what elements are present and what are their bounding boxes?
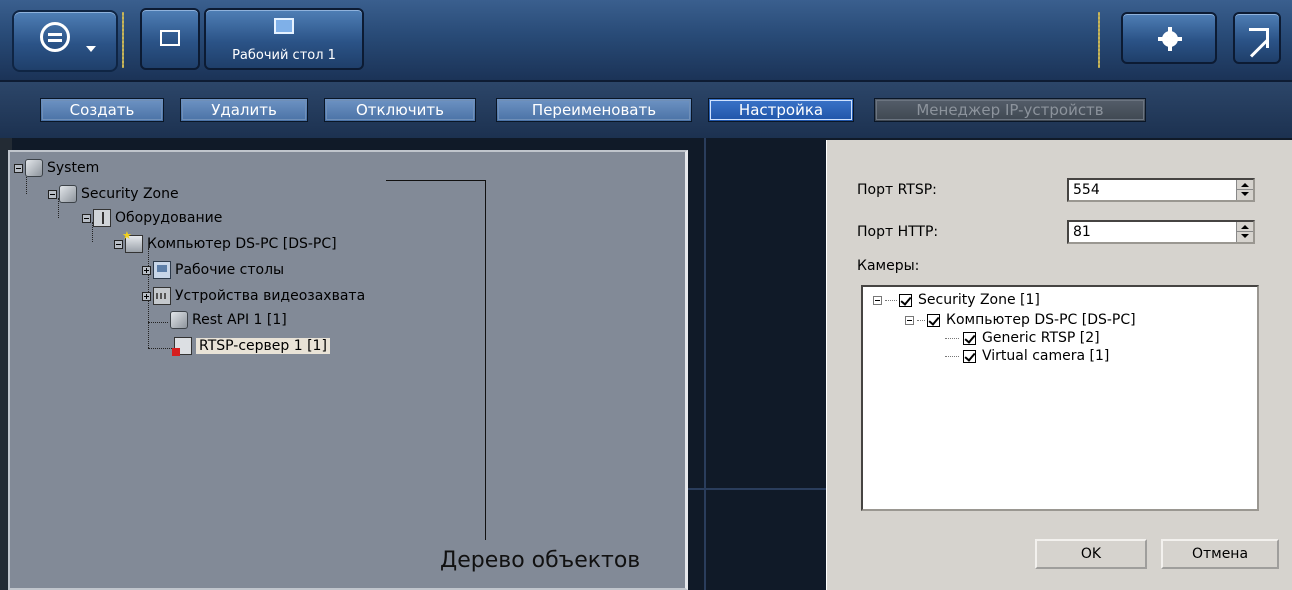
action-bar: Создать Удалить Отключить Переименовать … bbox=[0, 82, 1292, 138]
http-port-stepper[interactable]: 81 bbox=[1067, 220, 1255, 244]
cameras-tree: Security Zone [1] Компьютер DS-PC [DS-PC… bbox=[861, 285, 1259, 511]
collapse-icon[interactable] bbox=[14, 163, 23, 173]
callout-label: Дерево объектов bbox=[440, 548, 641, 573]
callout-line bbox=[485, 180, 486, 540]
main-menu-button[interactable] bbox=[12, 10, 118, 72]
tab-desktop-1[interactable]: Рабочий стол 1 bbox=[204, 8, 364, 70]
cube-icon bbox=[170, 311, 188, 329]
camera-node-virtual[interactable]: Virtual camera [1] bbox=[945, 347, 1109, 365]
tree-node-label: Устройства видеозахвата bbox=[175, 288, 366, 304]
disable-button[interactable]: Отключить bbox=[324, 98, 476, 122]
tree-node-label: Rest API 1 [1] bbox=[192, 312, 287, 328]
desktop-icon bbox=[274, 18, 294, 34]
tree-node-capture-devices[interactable]: Устройства видеозахвата bbox=[142, 286, 365, 306]
cube-icon bbox=[25, 159, 43, 177]
monitor-icon bbox=[153, 261, 171, 279]
expand-icon[interactable] bbox=[142, 291, 151, 301]
gear-tooth bbox=[1158, 37, 1182, 41]
callout-line bbox=[386, 180, 486, 181]
tree-node-label: Оборудование bbox=[115, 210, 223, 226]
logo-icon bbox=[40, 22, 70, 52]
rtsp-port-stepper[interactable]: 554 bbox=[1067, 178, 1255, 202]
tree-node-computer[interactable]: Компьютер DS-PC [DS-PC] bbox=[114, 229, 337, 254]
checkbox-checked[interactable] bbox=[899, 293, 912, 307]
computer-icon bbox=[122, 229, 143, 253]
tree-node-label: Рабочие столы bbox=[175, 262, 285, 278]
rename-button[interactable]: Переименовать bbox=[496, 98, 692, 122]
capture-card-icon bbox=[153, 287, 171, 305]
collapse-icon[interactable] bbox=[48, 189, 57, 199]
desktop-tab-label: Рабочий стол 1 bbox=[232, 48, 336, 63]
rtsp-port-label: Порт RTSP: bbox=[857, 182, 937, 198]
top-toolbar: Рабочий стол 1 bbox=[0, 0, 1292, 82]
tree-line bbox=[148, 322, 168, 323]
rtsp-port-value: 554 bbox=[1073, 182, 1100, 198]
ip-device-manager-button[interactable]: Менеджер IP-устройств bbox=[874, 98, 1146, 122]
cameras-label: Камеры: bbox=[857, 258, 920, 274]
tree-node-label: Security Zone bbox=[81, 186, 179, 202]
http-port-label: Порт HTTP: bbox=[857, 224, 939, 240]
checkbox-checked[interactable] bbox=[927, 313, 940, 327]
camera-node-label: Virtual camera [1] bbox=[982, 348, 1110, 364]
tree-node-rtsp-server[interactable]: RTSP-сервер 1 [1] bbox=[172, 336, 330, 356]
tree-node-label-selected: RTSP-сервер 1 [1] bbox=[196, 338, 330, 354]
cancel-button[interactable]: Отмена bbox=[1161, 539, 1279, 569]
tree-node-desktops[interactable]: Рабочие столы bbox=[142, 260, 284, 280]
camera-node-label: Security Zone [1] bbox=[918, 292, 1040, 308]
tree-node-equipment[interactable]: Оборудование bbox=[82, 208, 222, 228]
tree-node-system[interactable]: System bbox=[14, 158, 99, 178]
delete-button[interactable]: Удалить bbox=[180, 98, 308, 122]
video-grid-line bbox=[704, 138, 706, 590]
tree-node-security-zone[interactable]: Security Zone bbox=[48, 184, 179, 204]
ok-button[interactable]: OK bbox=[1035, 539, 1147, 569]
video-grid-line bbox=[688, 488, 826, 490]
fullscreen-icon bbox=[160, 30, 180, 46]
create-button[interactable]: Создать bbox=[40, 98, 164, 122]
checkbox-checked[interactable] bbox=[963, 331, 976, 345]
camera-node-generic-rtsp[interactable]: Generic RTSP [2] bbox=[945, 329, 1100, 347]
collapse-icon[interactable] bbox=[873, 295, 882, 305]
fullscreen-button[interactable] bbox=[140, 8, 200, 70]
tree-node-label: System bbox=[47, 160, 100, 176]
external-window-button[interactable] bbox=[1233, 12, 1281, 64]
arrow-up-right-icon bbox=[1249, 28, 1269, 48]
camera-node-label: Компьютер DS-PC [DS-PC] bbox=[946, 312, 1136, 328]
collapse-icon[interactable] bbox=[905, 315, 914, 325]
expand-icon[interactable] bbox=[142, 265, 151, 275]
rtsp-settings-panel: Порт RTSP: 554 Порт HTTP: 81 Камеры: Sec… bbox=[826, 140, 1292, 590]
camera-node-zone[interactable]: Security Zone [1] bbox=[873, 291, 1040, 309]
collapse-icon[interactable] bbox=[82, 213, 91, 223]
http-port-value: 81 bbox=[1073, 224, 1091, 240]
separator-dots bbox=[122, 12, 124, 68]
spin-arrows-icon[interactable] bbox=[1236, 222, 1253, 242]
camera-node-computer[interactable]: Компьютер DS-PC [DS-PC] bbox=[905, 311, 1136, 329]
dropdown-arrow-icon bbox=[86, 46, 96, 52]
tree-node-label: Компьютер DS-PC [DS-PC] bbox=[147, 236, 337, 252]
camera-node-label: Generic RTSP [2] bbox=[982, 330, 1100, 346]
object-tree-panel: System Security Zone Оборудование Компью… bbox=[8, 150, 688, 590]
settings-button[interactable] bbox=[1121, 12, 1217, 64]
spin-arrows-icon[interactable] bbox=[1236, 180, 1253, 200]
cube-icon bbox=[59, 185, 77, 203]
equipment-icon bbox=[93, 209, 111, 227]
separator-dots-right bbox=[1098, 12, 1100, 68]
settings-tab-button[interactable]: Настройка bbox=[708, 98, 854, 122]
tree-node-rest-api[interactable]: Rest API 1 [1] bbox=[170, 310, 287, 330]
checkbox-checked[interactable] bbox=[963, 349, 976, 363]
rtsp-server-icon bbox=[172, 337, 192, 356]
